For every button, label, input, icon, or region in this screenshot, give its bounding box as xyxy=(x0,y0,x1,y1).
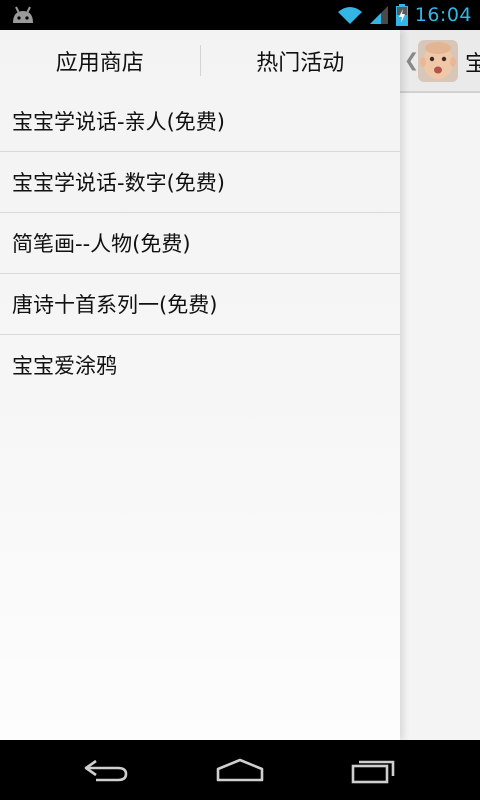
tab-hot-events[interactable]: 热门活动 xyxy=(201,30,401,91)
app-list: 宝宝学说话-亲人(免费) 宝宝学说话-数字(免费) 简笔画--人物(免费) 唐诗… xyxy=(0,91,400,395)
list-item[interactable]: 简笔画--人物(免费) xyxy=(0,213,400,274)
status-bar: 16:04 xyxy=(0,0,480,30)
content-title: 宝 xyxy=(465,52,480,77)
list-item[interactable]: 宝宝学说话-亲人(免费) xyxy=(0,91,400,152)
app-screen: 16:04 ❮ 宝 应用商店 热门活动 宝宝学说话-亲人(免费) 宝宝学说话-数… xyxy=(0,0,480,800)
status-icons: 16:04 xyxy=(337,0,472,30)
home-icon[interactable] xyxy=(210,755,270,785)
navigation-bar xyxy=(0,740,480,800)
list-item[interactable]: 宝宝爱涂鸦 xyxy=(0,335,400,395)
list-item[interactable]: 宝宝学说话-数字(免费) xyxy=(0,152,400,213)
wifi-icon xyxy=(337,7,362,24)
android-debug-icon xyxy=(10,5,36,25)
chevron-left-icon[interactable]: ❮ xyxy=(404,50,419,71)
signal-icon xyxy=(369,6,388,24)
content-panel: ❮ 宝 xyxy=(400,30,480,740)
content-header: ❮ 宝 xyxy=(400,30,480,93)
back-icon[interactable] xyxy=(76,755,136,785)
baby-avatar[interactable] xyxy=(418,40,458,82)
status-clock: 16:04 xyxy=(414,4,472,26)
list-item[interactable]: 唐诗十首系列一(免费) xyxy=(0,274,400,335)
drawer-tabs: 应用商店 热门活动 xyxy=(0,30,400,91)
battery-charging-icon xyxy=(395,4,408,26)
tab-app-store[interactable]: 应用商店 xyxy=(0,30,200,91)
recent-apps-icon[interactable] xyxy=(344,755,404,785)
side-drawer: 应用商店 热门活动 宝宝学说话-亲人(免费) 宝宝学说话-数字(免费) 简笔画-… xyxy=(0,30,400,740)
